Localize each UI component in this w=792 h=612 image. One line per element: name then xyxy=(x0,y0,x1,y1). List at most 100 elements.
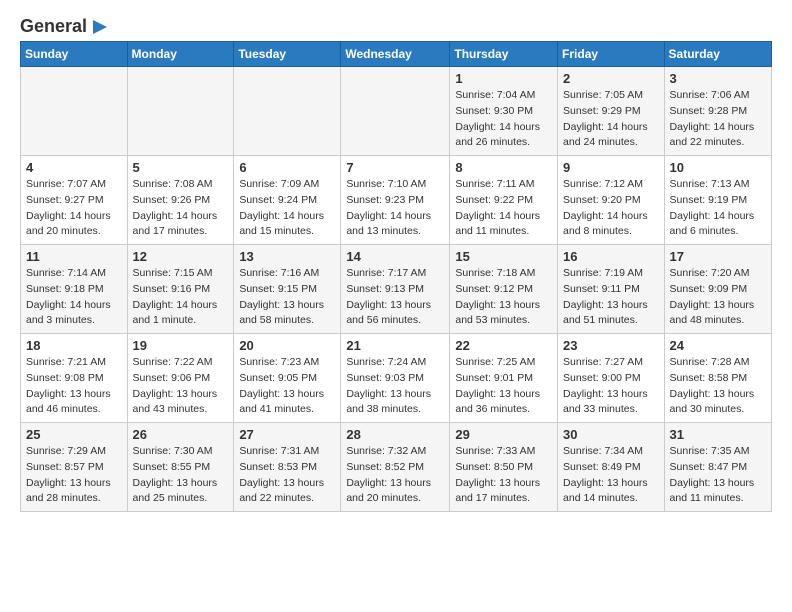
logo: General xyxy=(20,16,111,33)
day-number: 23 xyxy=(563,338,659,353)
calendar-cell: 23 Sunrise: 7:27 AMSunset: 9:00 PMDayligh… xyxy=(558,334,665,423)
day-info: Sunrise: 7:20 AMSunset: 9:09 PMDaylight:… xyxy=(670,266,766,329)
page-header: General xyxy=(20,16,772,33)
day-info: Sunrise: 7:10 AMSunset: 9:23 PMDaylight:… xyxy=(346,177,444,240)
calendar-week-row: 18 Sunrise: 7:21 AMSunset: 9:08 PMDayligh… xyxy=(21,334,772,423)
day-info: Sunrise: 7:17 AMSunset: 9:13 PMDaylight:… xyxy=(346,266,444,329)
calendar-cell: 25 Sunrise: 7:29 AMSunset: 8:57 PMDayligh… xyxy=(21,423,128,512)
calendar-cell: 30 Sunrise: 7:34 AMSunset: 8:49 PMDayligh… xyxy=(558,423,665,512)
day-info: Sunrise: 7:30 AMSunset: 8:55 PMDaylight:… xyxy=(133,444,229,507)
day-number: 29 xyxy=(455,427,552,442)
weekday-header: Tuesday xyxy=(234,42,341,67)
day-info: Sunrise: 7:23 AMSunset: 9:05 PMDaylight:… xyxy=(239,355,335,418)
calendar-cell: 13Sunrise: 7:16 AMSunset: 9:15 PMDayligh… xyxy=(234,245,341,334)
day-number: 8 xyxy=(455,160,552,175)
calendar-cell: 17Sunrise: 7:20 AMSunset: 9:09 PMDayligh… xyxy=(664,245,771,334)
calendar-cell: 21 Sunrise: 7:24 AMSunset: 9:03 PMDayligh… xyxy=(341,334,450,423)
day-info: Sunrise: 7:19 AMSunset: 9:11 PMDaylight:… xyxy=(563,266,659,329)
day-number: 24 xyxy=(670,338,766,353)
day-number: 20 xyxy=(239,338,335,353)
day-number: 7 xyxy=(346,160,444,175)
day-number: 15 xyxy=(455,249,552,264)
day-number: 26 xyxy=(133,427,229,442)
calendar-cell: 14 Sunrise: 7:17 AMSunset: 9:13 PMDayligh… xyxy=(341,245,450,334)
calendar-header: SundayMondayTuesdayWednesdayThursdayFrid… xyxy=(21,42,772,67)
calendar-cell: 28Sunrise: 7:32 AMSunset: 8:52 PMDayligh… xyxy=(341,423,450,512)
calendar-cell: 27 Sunrise: 7:31 AMSunset: 8:53 PMDayligh… xyxy=(234,423,341,512)
day-number: 27 xyxy=(239,427,335,442)
day-info: Sunrise: 7:24 AMSunset: 9:03 PMDaylight:… xyxy=(346,355,444,418)
calendar-cell xyxy=(341,67,450,156)
day-number: 28 xyxy=(346,427,444,442)
calendar-cell xyxy=(127,67,234,156)
day-number: 16 xyxy=(563,249,659,264)
calendar-cell: 9Sunrise: 7:12 AMSunset: 9:20 PMDaylight… xyxy=(558,156,665,245)
day-number: 5 xyxy=(133,160,229,175)
day-number: 1 xyxy=(455,71,552,86)
day-number: 9 xyxy=(563,160,659,175)
logo-general: General xyxy=(20,16,87,37)
calendar-cell: 15 Sunrise: 7:18 AMSunset: 9:12 PMDayligh… xyxy=(450,245,558,334)
day-number: 14 xyxy=(346,249,444,264)
calendar-cell: 6Sunrise: 7:09 AMSunset: 9:24 PMDaylight… xyxy=(234,156,341,245)
weekday-header: Sunday xyxy=(21,42,128,67)
day-number: 31 xyxy=(670,427,766,442)
calendar-table: SundayMondayTuesdayWednesdayThursdayFrid… xyxy=(20,41,772,512)
day-info: Sunrise: 7:31 AMSunset: 8:53 PMDaylight:… xyxy=(239,444,335,507)
calendar-cell: 12 Sunrise: 7:15 AMSunset: 9:16 PMDayligh… xyxy=(127,245,234,334)
day-info: Sunrise: 7:06 AMSunset: 9:28 PMDaylight:… xyxy=(670,88,766,151)
calendar-cell: 29Sunrise: 7:33 AMSunset: 8:50 PMDayligh… xyxy=(450,423,558,512)
logo-icon xyxy=(89,18,111,36)
weekday-header: Thursday xyxy=(450,42,558,67)
day-info: Sunrise: 7:29 AMSunset: 8:57 PMDaylight:… xyxy=(26,444,122,507)
weekday-header: Saturday xyxy=(664,42,771,67)
day-info: Sunrise: 7:27 AMSunset: 9:00 PMDaylight:… xyxy=(563,355,659,418)
day-info: Sunrise: 7:22 AMSunset: 9:06 PMDaylight:… xyxy=(133,355,229,418)
calendar-cell xyxy=(21,67,128,156)
day-info: Sunrise: 7:34 AMSunset: 8:49 PMDaylight:… xyxy=(563,444,659,507)
calendar-cell: 5Sunrise: 7:08 AMSunset: 9:26 PMDaylight… xyxy=(127,156,234,245)
calendar-cell: 7 Sunrise: 7:10 AMSunset: 9:23 PMDaylight… xyxy=(341,156,450,245)
day-number: 19 xyxy=(133,338,229,353)
day-number: 25 xyxy=(26,427,122,442)
day-info: Sunrise: 7:18 AMSunset: 9:12 PMDaylight:… xyxy=(455,266,552,329)
day-number: 22 xyxy=(455,338,552,353)
calendar-cell: 1 Sunrise: 7:04 AMSunset: 9:30 PMDaylight… xyxy=(450,67,558,156)
day-number: 30 xyxy=(563,427,659,442)
calendar-cell: 4Sunrise: 7:07 AMSunset: 9:27 PMDaylight… xyxy=(21,156,128,245)
calendar-cell: 19 Sunrise: 7:22 AMSunset: 9:06 PMDayligh… xyxy=(127,334,234,423)
day-info: Sunrise: 7:05 AMSunset: 9:29 PMDaylight:… xyxy=(563,88,659,151)
calendar-week-row: 1 Sunrise: 7:04 AMSunset: 9:30 PMDaylight… xyxy=(21,67,772,156)
calendar-cell: 3 Sunrise: 7:06 AMSunset: 9:28 PMDaylight… xyxy=(664,67,771,156)
calendar-week-row: 11 Sunrise: 7:14 AMSunset: 9:18 PMDayligh… xyxy=(21,245,772,334)
day-number: 21 xyxy=(346,338,444,353)
day-number: 2 xyxy=(563,71,659,86)
weekday-header: Wednesday xyxy=(341,42,450,67)
day-number: 10 xyxy=(670,160,766,175)
day-info: Sunrise: 7:09 AMSunset: 9:24 PMDaylight:… xyxy=(239,177,335,240)
day-number: 11 xyxy=(26,249,122,264)
weekday-header: Friday xyxy=(558,42,665,67)
day-info: Sunrise: 7:35 AMSunset: 8:47 PMDaylight:… xyxy=(670,444,766,507)
day-number: 18 xyxy=(26,338,122,353)
day-info: Sunrise: 7:25 AMSunset: 9:01 PMDaylight:… xyxy=(455,355,552,418)
day-info: Sunrise: 7:16 AMSunset: 9:15 PMDaylight:… xyxy=(239,266,335,329)
calendar-cell: 20 Sunrise: 7:23 AMSunset: 9:05 PMDayligh… xyxy=(234,334,341,423)
calendar-cell: 24 Sunrise: 7:28 AMSunset: 8:58 PMDayligh… xyxy=(664,334,771,423)
day-info: Sunrise: 7:21 AMSunset: 9:08 PMDaylight:… xyxy=(26,355,122,418)
day-number: 12 xyxy=(133,249,229,264)
calendar-cell: 8Sunrise: 7:11 AMSunset: 9:22 PMDaylight… xyxy=(450,156,558,245)
calendar-cell: 2 Sunrise: 7:05 AMSunset: 9:29 PMDaylight… xyxy=(558,67,665,156)
weekday-header: Monday xyxy=(127,42,234,67)
day-info: Sunrise: 7:15 AMSunset: 9:16 PMDaylight:… xyxy=(133,266,229,329)
day-info: Sunrise: 7:14 AMSunset: 9:18 PMDaylight:… xyxy=(26,266,122,329)
day-info: Sunrise: 7:28 AMSunset: 8:58 PMDaylight:… xyxy=(670,355,766,418)
calendar-cell: 10 Sunrise: 7:13 AMSunset: 9:19 PMDayligh… xyxy=(664,156,771,245)
day-number: 3 xyxy=(670,71,766,86)
calendar-week-row: 25 Sunrise: 7:29 AMSunset: 8:57 PMDayligh… xyxy=(21,423,772,512)
calendar-cell: 26 Sunrise: 7:30 AMSunset: 8:55 PMDayligh… xyxy=(127,423,234,512)
day-info: Sunrise: 7:13 AMSunset: 9:19 PMDaylight:… xyxy=(670,177,766,240)
calendar-cell: 22 Sunrise: 7:25 AMSunset: 9:01 PMDayligh… xyxy=(450,334,558,423)
day-info: Sunrise: 7:04 AMSunset: 9:30 PMDaylight:… xyxy=(455,88,552,151)
calendar-cell: 31 Sunrise: 7:35 AMSunset: 8:47 PMDayligh… xyxy=(664,423,771,512)
